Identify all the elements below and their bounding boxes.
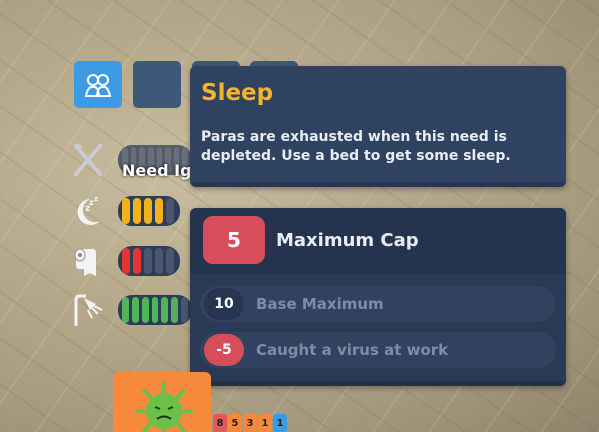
hygiene-need-bar[interactable]: [118, 295, 192, 325]
sleep-moon-icon: z z z: [77, 195, 100, 225]
need-segment: [122, 248, 130, 274]
modifier-row: -5 Caught a virus at work: [200, 332, 556, 368]
need-segment: [122, 198, 130, 224]
virus-tag: 3: [243, 414, 257, 432]
need-segment: [131, 297, 139, 323]
virus-tag: 1: [258, 414, 272, 432]
cap-value-badge: 5: [203, 216, 265, 264]
cap-title: Maximum Cap: [276, 230, 419, 251]
tab-2-button[interactable]: [133, 61, 181, 108]
need-segment: [144, 198, 152, 224]
need-segment: [161, 297, 169, 323]
paras-tab-button[interactable]: [74, 61, 122, 108]
modifier-value: -5: [204, 334, 244, 366]
need-segment: [122, 297, 129, 323]
sleep-need-bar[interactable]: [118, 196, 180, 226]
virus-tag: 8: [213, 414, 227, 432]
fork-knife-icon: [73, 143, 102, 176]
need-segment: [166, 198, 174, 224]
tooltip-description: Paras are exhausted when this need is de…: [201, 129, 511, 164]
need-segment: [133, 248, 141, 274]
shower-icon: [74, 294, 103, 326]
maximum-cap-panel: 5 Maximum Cap 10 Base Maximum -5 Caught …: [190, 208, 566, 386]
need-tooltip: Sleep Paras are exhausted when this need…: [190, 66, 566, 187]
need-segment: [155, 248, 163, 274]
modifier-row: 10 Base Maximum: [200, 286, 556, 322]
modifier-label: Caught a virus at work: [256, 341, 449, 359]
need-segment: [141, 297, 149, 323]
need-hover-label: Need Ig: [122, 161, 192, 180]
need-segment: [133, 198, 141, 224]
virus-status-card[interactable]: [113, 372, 211, 432]
toilet-paper-icon: [74, 248, 96, 276]
need-segment: [166, 248, 174, 274]
need-segment: [144, 248, 152, 274]
virus-tag: 1: [273, 414, 287, 432]
virus-tag: 5: [228, 414, 242, 432]
people-icon: [84, 73, 112, 97]
bladder-need-bar[interactable]: [118, 246, 180, 276]
need-segment: [171, 297, 179, 323]
svg-text:z: z: [94, 195, 98, 203]
virus-icon: [135, 382, 193, 432]
need-segment: [151, 297, 159, 323]
virus-tags: 85311: [213, 414, 287, 432]
modifier-label: Base Maximum: [256, 295, 384, 313]
need-segment: [155, 198, 163, 224]
need-segment: [181, 297, 189, 323]
modifier-value: 10: [204, 288, 244, 320]
svg-text:z: z: [85, 204, 90, 214]
tooltip-title: Sleep: [201, 80, 274, 106]
cap-header: 5 Maximum Cap: [190, 208, 566, 274]
